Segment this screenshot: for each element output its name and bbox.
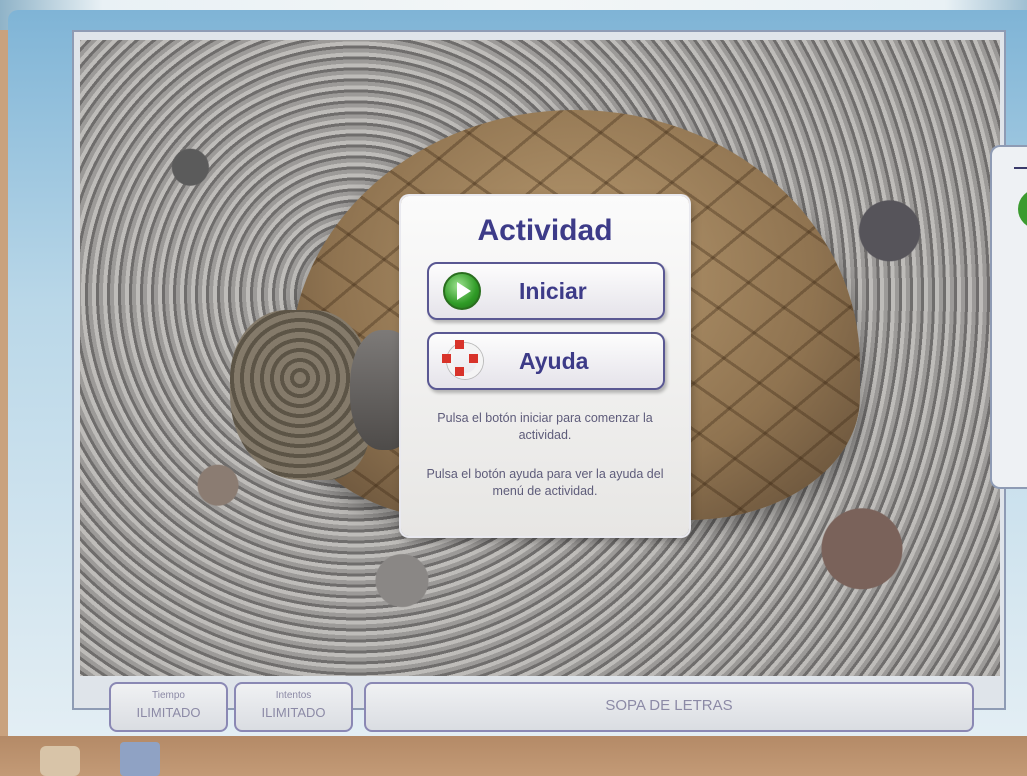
- tortoise-leg-image: [230, 310, 370, 480]
- dialog-title: Actividad: [477, 214, 613, 247]
- help-button-label: Ayuda: [519, 348, 589, 374]
- start-hint-text: Pulsa el botón iniciar para comenzar la …: [437, 411, 653, 442]
- start-button-label: Iniciar: [519, 278, 587, 304]
- lifebuoy-icon: [441, 340, 485, 380]
- side-panel-title-mark: [1014, 167, 1027, 169]
- help-hint-text: Pulsa el botón ayuda para ver la ayuda d…: [426, 467, 664, 498]
- side-panel-partial: [990, 145, 1027, 489]
- time-value: ILIMITADO: [136, 705, 201, 720]
- play-icon: [443, 272, 481, 310]
- side-panel-play-icon[interactable]: [1018, 189, 1027, 229]
- help-button[interactable]: Ayuda: [427, 332, 665, 390]
- tries-value: ILIMITADO: [261, 705, 326, 720]
- activity-title: SOPA DE LETRAS: [605, 697, 733, 714]
- start-button[interactable]: Iniciar: [427, 262, 665, 320]
- time-label: Tiempo: [152, 690, 185, 701]
- tries-indicator: Intentos ILIMITADO: [234, 682, 353, 732]
- taskbar-word-icon[interactable]: [120, 742, 160, 776]
- activity-title-bar: SOPA DE LETRAS: [364, 682, 974, 732]
- os-taskbar: [0, 736, 1027, 776]
- time-indicator: Tiempo ILIMITADO: [109, 682, 228, 732]
- tries-label: Intentos: [275, 690, 312, 701]
- taskbar-app-icon[interactable]: [40, 746, 80, 776]
- activity-dialog: Actividad Iniciar Ayuda Pulsa el botón i…: [401, 196, 689, 536]
